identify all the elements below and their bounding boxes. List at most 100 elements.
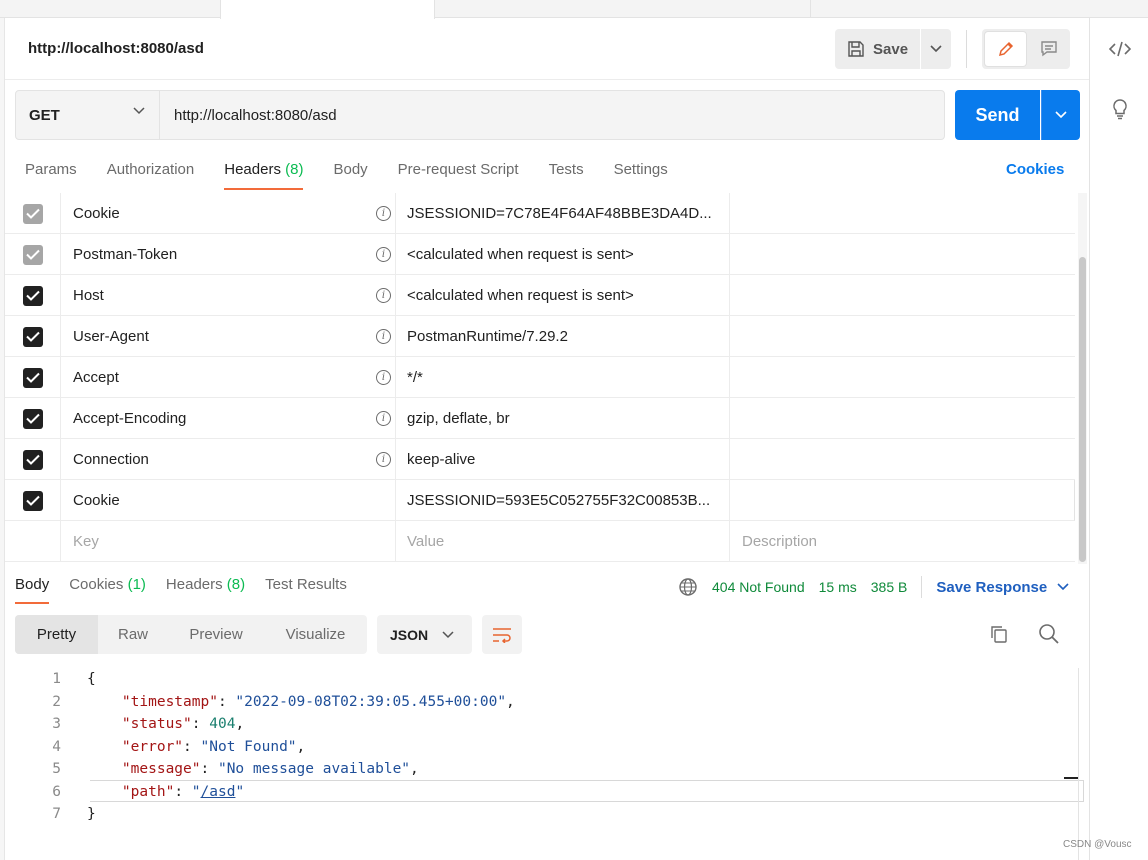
divider (966, 30, 967, 68)
mode-toggle (982, 29, 1070, 69)
tab-test-results[interactable]: Test Results (265, 576, 347, 604)
save-label: Save (873, 40, 909, 58)
header-checkbox[interactable] (22, 408, 43, 429)
header-description[interactable] (730, 398, 1075, 439)
table-row: Postman-Token i <calculated when request … (5, 234, 1075, 275)
tab-pre-request-script[interactable]: Pre-request Script (398, 161, 519, 189)
header-checkbox[interactable] (22, 285, 43, 306)
check-icon (25, 454, 40, 465)
cookies-link[interactable]: Cookies (1006, 161, 1064, 178)
header-checkbox[interactable] (22, 367, 43, 388)
code-icon[interactable] (1106, 35, 1134, 63)
globe-icon[interactable] (678, 577, 698, 597)
tab-settings[interactable]: Settings (614, 161, 668, 189)
status-badge[interactable]: 404 Not Found (712, 579, 805, 595)
view-preview[interactable]: Preview (168, 615, 264, 654)
response-size[interactable]: 385 B (871, 579, 908, 595)
save-button[interactable]: Save (835, 29, 920, 69)
headers-count: (8) (285, 161, 304, 178)
divider (921, 576, 923, 598)
info-icon[interactable]: i (376, 288, 391, 303)
header-description[interactable] (730, 316, 1075, 357)
header-checkbox[interactable] (22, 490, 43, 511)
save-options-button[interactable] (921, 29, 951, 69)
tab-authorization[interactable]: Authorization (107, 161, 195, 189)
edit-mode-button[interactable] (985, 32, 1026, 66)
header-key[interactable]: Cookie (61, 480, 396, 521)
header-value[interactable]: PostmanRuntime/7.29.2 (396, 316, 730, 357)
description-input[interactable]: Description (730, 521, 1075, 562)
header-description[interactable] (730, 480, 1075, 521)
lightbulb-icon[interactable] (1106, 95, 1134, 123)
info-icon[interactable]: i (376, 329, 391, 344)
tab-tests[interactable]: Tests (549, 161, 584, 189)
info-icon[interactable]: i (376, 411, 391, 426)
header-key[interactable]: Cookie i (61, 193, 396, 234)
header-value[interactable]: JSESSIONID=593E5C052755F32C00853B... (396, 480, 730, 521)
header-description[interactable] (730, 193, 1075, 234)
chevron-down-icon (1055, 111, 1067, 119)
view-pretty[interactable]: Pretty (15, 615, 98, 654)
wrap-lines-button[interactable] (482, 615, 522, 654)
tab-response-headers[interactable]: Headers (8) (166, 576, 245, 604)
tab-other[interactable] (435, 0, 811, 18)
view-visualize[interactable]: Visualize (264, 615, 367, 654)
send-options-button[interactable] (1041, 90, 1080, 140)
tab-strip (0, 0, 1148, 19)
header-value[interactable]: keep-alive (396, 439, 730, 480)
header-checkbox[interactable] (22, 244, 43, 265)
code-line: 4 "error": "Not Found", (52, 738, 306, 755)
header-key[interactable]: Connection i (61, 439, 396, 480)
tab-active[interactable] (220, 0, 435, 19)
table-row: Cookie i JSESSIONID=7C78E4F64AF48BBE3DA4D… (5, 193, 1075, 234)
save-response-button[interactable]: Save Response (936, 579, 1069, 596)
info-icon[interactable]: i (376, 452, 391, 467)
headers-scrollbar[interactable] (1078, 193, 1087, 564)
format-select[interactable]: JSON (377, 615, 472, 654)
header-key[interactable]: Accept-Encoding i (61, 398, 396, 439)
header-value[interactable]: <calculated when request is sent> (396, 234, 730, 275)
header-value[interactable]: */* (396, 357, 730, 398)
header-checkbox[interactable] (22, 449, 43, 470)
search-icon[interactable] (1038, 623, 1060, 649)
code-line: 6 "path": "/asd" (52, 783, 245, 800)
tab-response-body[interactable]: Body (15, 576, 50, 604)
send-button[interactable]: Send (955, 90, 1040, 140)
chevron-down-icon (133, 107, 145, 115)
tab-response-cookies[interactable]: Cookies (1) (69, 576, 146, 604)
tab-params[interactable]: Params (25, 161, 77, 189)
url-input[interactable]: http://localhost:8080/asd (159, 90, 945, 140)
header-key[interactable]: User-Agent i (61, 316, 396, 357)
header-checkbox[interactable] (22, 326, 43, 347)
copy-icon[interactable] (989, 624, 1009, 648)
header-key[interactable]: Host i (61, 275, 396, 316)
header-key[interactable]: Accept i (61, 357, 396, 398)
header-description[interactable] (730, 357, 1075, 398)
info-icon[interactable]: i (376, 370, 391, 385)
header-description[interactable] (730, 275, 1075, 316)
header-description[interactable] (730, 439, 1075, 480)
save-icon (848, 41, 864, 57)
header-checkbox[interactable] (22, 203, 43, 224)
header-value[interactable]: <calculated when request is sent> (396, 275, 730, 316)
view-raw[interactable]: Raw (98, 615, 168, 654)
header-description[interactable] (730, 234, 1075, 275)
response-body-editor[interactable]: 1{ 2 "timestamp": "2022-09-08T02:39:05.4… (5, 668, 1084, 828)
tab-headers[interactable]: Headers (8) (224, 161, 304, 190)
scrollbar-thumb[interactable] (1079, 257, 1086, 562)
key-input[interactable]: Key (61, 521, 396, 562)
tab-body[interactable]: Body (333, 161, 367, 189)
comments-button[interactable] (1030, 32, 1068, 66)
header-key[interactable]: Postman-Token i (61, 234, 396, 275)
value-input[interactable]: Value (396, 521, 730, 562)
info-icon[interactable]: i (376, 247, 391, 262)
header-value[interactable]: JSESSIONID=7C78E4F64AF48BBE3DA4D... (396, 193, 730, 234)
method-select[interactable]: GET (15, 90, 160, 140)
headers-table: Cookie i JSESSIONID=7C78E4F64AF48BBE3DA4D… (5, 193, 1075, 564)
header-value[interactable]: gzip, deflate, br (396, 398, 730, 439)
table-row: Host i <calculated when request is sent> (5, 275, 1075, 316)
info-icon[interactable]: i (376, 206, 391, 221)
path-link[interactable]: /asd (201, 784, 236, 800)
request-tabs: Params Authorization Headers (8) Body Pr… (25, 161, 698, 191)
response-time[interactable]: 15 ms (819, 579, 857, 595)
